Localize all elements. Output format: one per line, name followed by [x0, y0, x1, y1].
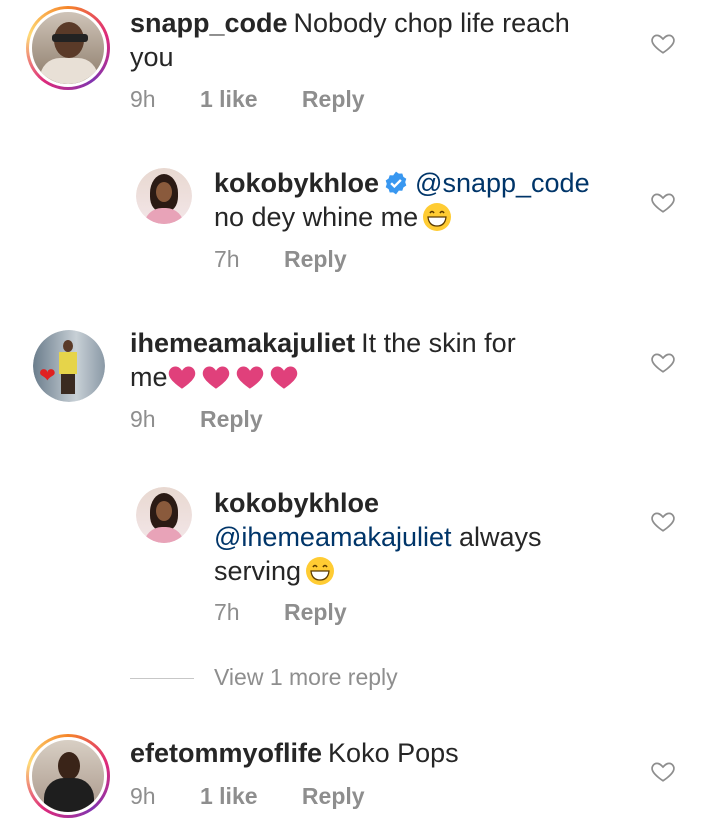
avatar[interactable]	[26, 734, 110, 818]
mention-link[interactable]: @snapp_code	[415, 168, 590, 198]
comment-text: Koko Pops	[328, 738, 459, 768]
comment-text-cont: you	[130, 42, 174, 72]
avatar[interactable]: ❤	[33, 330, 105, 402]
view-more-replies-link[interactable]: View 1 more reply	[130, 664, 398, 691]
pink-heart-emoji	[168, 366, 195, 389]
timestamp: 9h	[130, 406, 156, 432]
avatar[interactable]	[26, 6, 110, 90]
username[interactable]: efetommyoflife	[130, 738, 322, 768]
reply-button[interactable]: Reply	[302, 783, 365, 809]
pink-heart-emoji	[236, 366, 263, 389]
grinning-face-emoji	[423, 203, 452, 231]
reply-button[interactable]: Reply	[200, 406, 263, 432]
heart-outline-icon[interactable]	[650, 758, 676, 784]
view-more-label: View 1 more reply	[214, 664, 398, 690]
pink-heart-emoji	[202, 366, 229, 389]
comment-text: always	[459, 522, 542, 552]
reply-button[interactable]: Reply	[284, 599, 347, 625]
heart-outline-icon[interactable]	[650, 30, 676, 56]
comment-text: It the skin for	[361, 328, 516, 358]
reply-button[interactable]: Reply	[284, 246, 347, 272]
username[interactable]: ihemeamakajuliet	[130, 328, 355, 358]
divider-line	[130, 678, 194, 680]
avatar[interactable]	[136, 168, 192, 224]
like-count[interactable]: 1 like	[200, 783, 258, 809]
timestamp: 9h	[130, 783, 156, 809]
comment-text: no dey whine me	[214, 202, 419, 232]
heart-outline-icon[interactable]	[650, 508, 676, 534]
timestamp: 9h	[130, 86, 156, 112]
timestamp: 7h	[214, 246, 240, 272]
username[interactable]: kokobykhloe	[214, 168, 379, 198]
avatar[interactable]	[136, 487, 192, 543]
mention-link[interactable]: @ihemeamakajuliet	[214, 522, 452, 552]
like-count[interactable]: 1 like	[200, 86, 258, 112]
heart-outline-icon[interactable]	[650, 349, 676, 375]
comment-text-cont: serving	[214, 556, 302, 586]
comment-text-cont: me	[130, 362, 168, 392]
heart-outline-icon[interactable]	[650, 189, 676, 215]
comment-text: Nobody chop life reach	[293, 8, 570, 38]
timestamp: 7h	[214, 599, 240, 625]
reply-button[interactable]: Reply	[302, 86, 365, 112]
pink-heart-emoji	[270, 366, 297, 389]
username[interactable]: kokobykhloe	[214, 488, 379, 518]
username[interactable]: snapp_code	[130, 8, 288, 38]
verified-badge-icon	[385, 171, 407, 195]
grinning-face-emoji	[306, 557, 335, 585]
